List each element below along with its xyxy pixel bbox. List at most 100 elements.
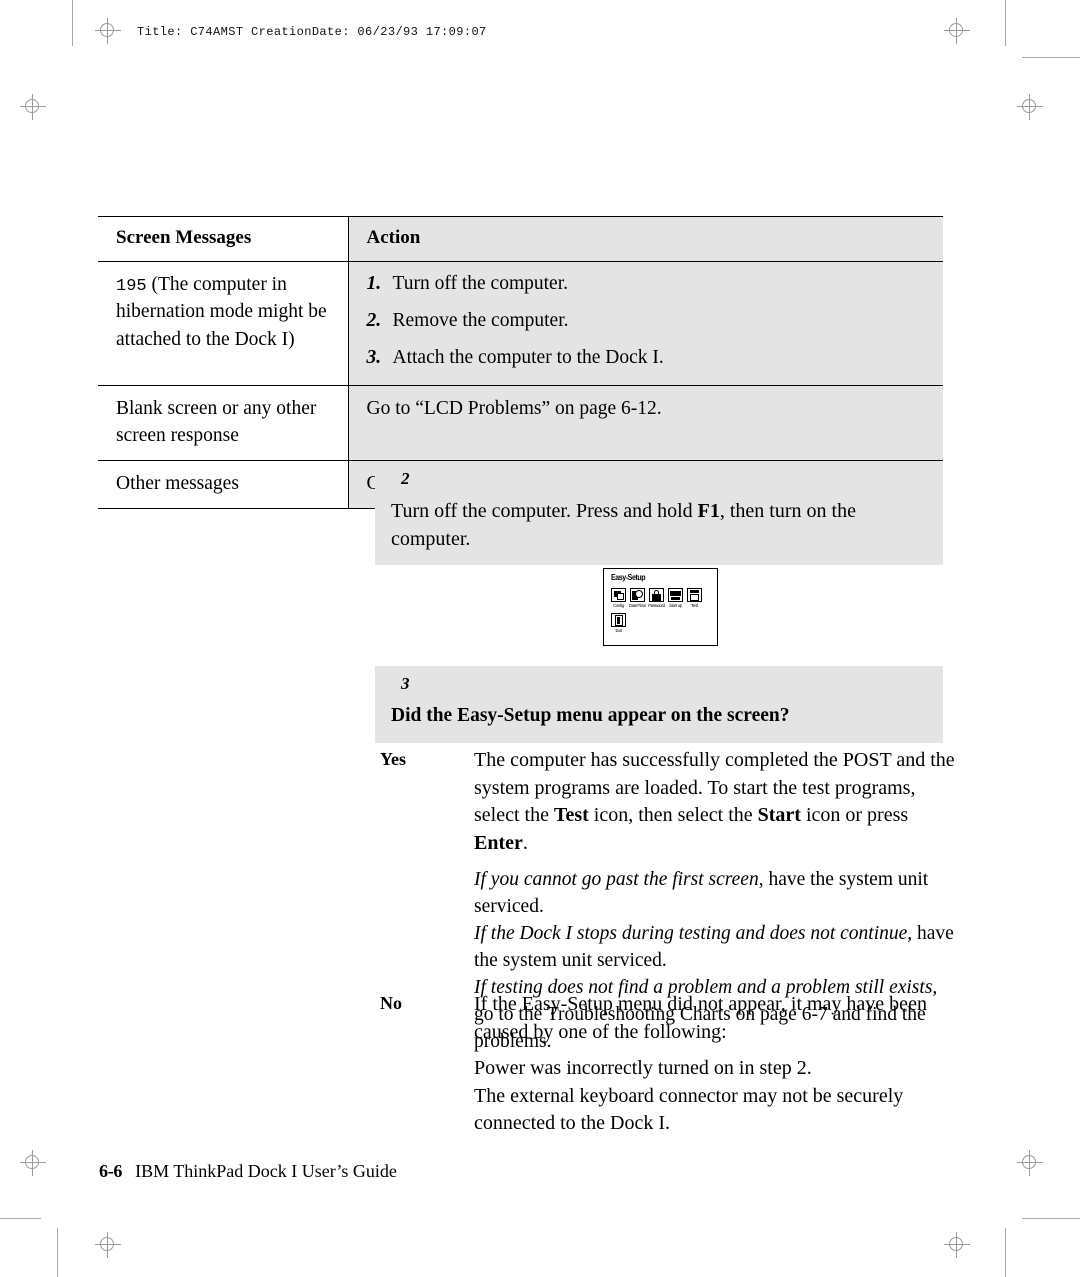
page-number: 6-6 — [99, 1161, 123, 1181]
trim-line-right-vertical-top — [1005, 0, 1006, 46]
step-number: 3. — [366, 347, 382, 369]
registration-hline — [20, 1162, 46, 1163]
column-header-action: Action — [348, 216, 943, 262]
easy-setup-item-password: Password — [648, 588, 665, 608]
trim-line-top-right-horizontal — [1022, 57, 1080, 58]
easy-setup-item-startup: Start up — [668, 588, 683, 608]
page-footer: 6-6 IBM ThinkPad Dock I User’s Guide — [99, 1161, 397, 1182]
registration-vline — [107, 1232, 108, 1258]
test-icon — [687, 588, 702, 602]
registration-hline — [944, 30, 970, 31]
registration-circle — [949, 1237, 963, 1251]
registration-vline — [32, 94, 33, 120]
answer-yes-label: Yes — [380, 749, 406, 769]
action-step-list: 1. Turn off the computer. 2. Remove the co… — [367, 271, 930, 372]
easy-setup-item-exit: Exit — [611, 613, 626, 633]
cause-item: Power was incorrectly turned on in step … — [474, 1057, 812, 1080]
answer-no-causes: Power was incorrectly turned on in step … — [474, 1055, 955, 1138]
bold-enter: Enter — [474, 831, 523, 854]
step-text: Attach the computer to the Dock I. — [392, 347, 664, 369]
trim-line-left-vertical-bottom — [57, 1228, 58, 1277]
yes-text-1b: icon, then select the — [588, 804, 758, 827]
list-item: 2. Remove the computer. — [367, 308, 930, 334]
registration-hline — [944, 1244, 970, 1245]
error-code-description: (The computer in hibernation mode might … — [116, 273, 327, 350]
registration-hline — [95, 30, 121, 31]
config-label: Config — [613, 603, 624, 608]
registration-vline — [32, 1150, 33, 1176]
answer-no-body: If the Easy-Setup menu did not appear, i… — [474, 991, 955, 1046]
step-2-instruction: Turn off the computer. Press and hold F1… — [391, 498, 927, 553]
list-item: 3. Attach the computer to the Dock I. — [367, 345, 930, 371]
date-time-label: Date/Time — [628, 603, 647, 608]
cause-item: The external keyboard connector may not … — [474, 1084, 904, 1135]
step-2-text-a: Turn off the computer. Press and hold — [391, 500, 698, 522]
registration-circle — [949, 23, 963, 37]
list-item: 1. Turn off the computer. — [367, 271, 930, 297]
registration-mark-right-middle — [1017, 94, 1043, 120]
easy-setup-item-test: Test — [687, 588, 702, 608]
step-3-number: 3 — [401, 674, 410, 693]
note-item: If the Dock I stops during testing and d… — [474, 921, 955, 975]
test-label: Test — [691, 603, 698, 608]
error-code-195: 195 — [116, 276, 147, 296]
easy-setup-title: Easy-Setup — [611, 574, 646, 583]
exit-door-icon — [611, 613, 626, 627]
note-italic: If you cannot go past the first screen — [474, 869, 759, 891]
note-item: If you cannot go past the first screen, … — [474, 867, 955, 921]
registration-mark-lower-left — [95, 1232, 121, 1258]
registration-circle — [100, 23, 114, 37]
step-2-block: 2 Turn off the computer. Press and hold … — [375, 461, 943, 566]
registration-circle — [100, 1237, 114, 1251]
table-row: Blank screen or any other screen respons… — [98, 384, 943, 462]
cell-screen-message: Blank screen or any other screen respons… — [98, 384, 349, 462]
registration-vline — [1029, 94, 1030, 120]
answer-no-label: No — [380, 993, 402, 1013]
step-number: 2. — [366, 309, 382, 331]
trim-line-left-vertical-top — [72, 0, 73, 46]
registration-hline — [1017, 106, 1043, 107]
registration-circle — [1022, 99, 1036, 113]
cell-action: Go to “LCD Problems” on page 6-12. — [348, 384, 943, 462]
password-label: Password — [648, 603, 665, 608]
registration-hline — [20, 106, 46, 107]
registration-mark-top-right — [944, 18, 970, 44]
table-header-row: Screen Messages Action — [98, 216, 943, 262]
table-row: 195 (The computer in hibernation mode mi… — [98, 260, 943, 386]
page-header-title: Title: C74AMST CreationDate: 06/23/93 17… — [137, 25, 487, 39]
registration-mark-top-left — [95, 18, 121, 44]
trim-line-bottom-left-horizontal — [0, 1218, 41, 1219]
registration-vline — [956, 18, 957, 44]
bold-test: Test — [553, 804, 589, 827]
registration-mark-bottom-right — [1017, 1150, 1043, 1176]
startup-icon — [668, 588, 683, 602]
easy-setup-item-config: Config — [611, 588, 626, 608]
answer-yes-paragraph: The computer has successfully completed … — [474, 747, 955, 857]
yes-text-1d: . — [522, 831, 528, 854]
cell-action: 1. Turn off the computer. 2. Remove the co… — [348, 260, 943, 386]
document-title: IBM ThinkPad Dock I User’s Guide — [135, 1161, 397, 1181]
step-text: Turn off the computer. — [392, 272, 569, 294]
date-time-icon — [630, 588, 645, 602]
cell-screen-message: 195 (The computer in hibernation mode mi… — [98, 260, 349, 386]
registration-mark-bottom-left — [20, 1150, 46, 1176]
step-2-number: 2 — [401, 469, 410, 488]
answer-no-intro: If the Easy-Setup menu did not appear, i… — [474, 993, 927, 1043]
registration-mark-lower-right — [944, 1232, 970, 1258]
key-f1: F1 — [697, 500, 720, 522]
registration-hline — [1017, 1162, 1043, 1163]
bold-start: Start — [757, 804, 801, 827]
step-3-question: Did the Easy-Setup menu appear on the sc… — [391, 705, 790, 726]
easy-setup-item-date-time: Date/Time — [628, 588, 647, 608]
easy-setup-icon-row-1: Config Date/Time Password Start up Test — [611, 588, 702, 608]
registration-mark-left-middle — [20, 94, 46, 120]
config-icon — [611, 588, 626, 602]
registration-hline — [95, 1244, 121, 1245]
step-number: 1. — [366, 272, 382, 294]
step-3-block: 3 Did the Easy-Setup menu appear on the … — [375, 666, 943, 743]
cell-screen-message: Other messages — [98, 460, 349, 510]
registration-circle — [25, 1155, 39, 1169]
answer-yes-body: The computer has successfully completed … — [474, 747, 955, 857]
trim-line-bottom-right-horizontal — [1022, 1218, 1080, 1219]
answer-no: No If the Easy-Setup menu did not appear… — [375, 991, 955, 1138]
